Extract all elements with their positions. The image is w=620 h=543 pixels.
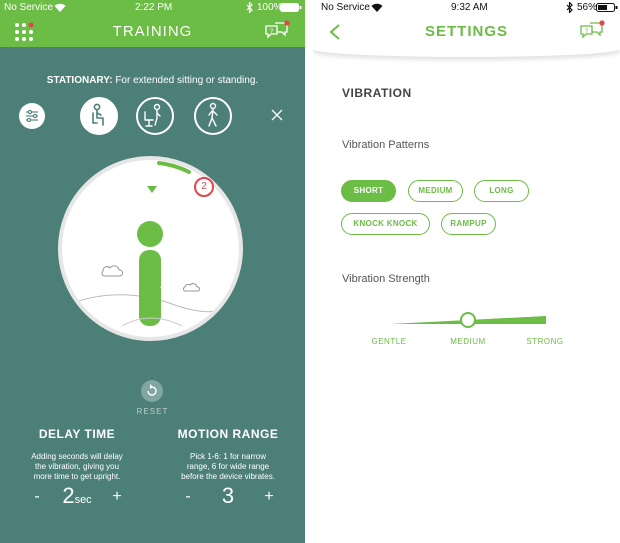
motion-range-description: Pick 1-6: 1 for narrow range, 6 for wide… (181, 452, 275, 481)
chat-help-icon[interactable]: ? (579, 20, 605, 42)
pattern-medium-button[interactable]: MEDIUM (408, 180, 463, 202)
motion-increase-button[interactable]: + (261, 488, 277, 506)
delay-value: 2sec (47, 483, 107, 509)
strength-gentle-label: GENTLE (371, 337, 407, 346)
sliders-settings-button[interactable] (19, 103, 45, 129)
vibration-section-title: VIBRATION (342, 86, 412, 100)
motion-value-number: 3 (221, 483, 235, 508)
strength-medium-label: MEDIUM (450, 337, 486, 346)
cloud-icon (101, 265, 124, 277)
vibration-strength-label: Vibration Strength (342, 273, 430, 285)
wifi-icon (371, 3, 383, 12)
battery-icon (596, 3, 618, 12)
motion-value: 3 (198, 483, 258, 509)
strength-slider-thumb (460, 312, 476, 328)
battery-percent: 100% (257, 2, 283, 13)
status-bar: No Service 9:32 AM 56% (313, 0, 620, 15)
bluetooth-icon (246, 2, 253, 13)
pattern-short-button[interactable]: SHORT (341, 180, 396, 202)
training-screen: No Service 2:22 PM 100% TRAINING ? STATI… (0, 0, 305, 543)
mode-description: STATIONARY: For extended sitting or stan… (0, 75, 305, 86)
strength-slider[interactable] (388, 308, 550, 330)
posture-visual (58, 156, 243, 341)
battery-icon (280, 3, 302, 12)
carrier-label: No Service (4, 2, 53, 13)
clock: 9:32 AM (451, 2, 488, 13)
mode-label: STATIONARY: (46, 75, 113, 86)
nav-bar: SETTINGS ? (313, 15, 620, 57)
motion-range-title: MOTION RANGE (177, 427, 279, 441)
standing-person-icon (137, 221, 163, 326)
page-title: TRAINING (112, 23, 193, 40)
chat-help-icon[interactable]: ? (264, 20, 290, 42)
carrier-label: No Service (321, 2, 370, 13)
sliders-icon (26, 109, 38, 123)
pattern-knock-knock-button[interactable]: KNOCK KNOCK (341, 213, 430, 235)
cloud-icon-small (183, 283, 200, 292)
status-bar: No Service 2:22 PM 100% (0, 0, 305, 15)
posture-walking-button[interactable] (194, 97, 232, 135)
chair-person-icon (144, 103, 161, 127)
reset-icon (147, 384, 157, 396)
delay-value-unit: sec (74, 494, 92, 506)
vibration-patterns-label: Vibration Patterns (342, 139, 430, 151)
mode-text: For extended sitting or standing. (115, 75, 259, 86)
delay-increase-button[interactable]: + (109, 488, 125, 506)
bluetooth-icon (566, 2, 573, 13)
motion-decrease-button[interactable]: - (180, 488, 196, 506)
delay-decrease-button[interactable]: - (29, 488, 45, 506)
sitting-person-icon (92, 103, 104, 126)
reset-button[interactable] (141, 380, 163, 402)
delay-time-title: DELAY TIME (38, 427, 116, 441)
strength-strong-label: STRONG (526, 337, 564, 346)
posture-chair-button[interactable] (136, 97, 174, 135)
settings-screen: No Service 9:32 AM 56% SETTINGS ? VIBRAT… (313, 0, 620, 543)
alert-count-badge: 2 (194, 177, 214, 197)
page-title: SETTINGS (424, 23, 508, 40)
pattern-rampup-button[interactable]: RAMPUP (441, 213, 496, 235)
posture-sitting-button[interactable] (80, 97, 118, 135)
delay-value-number: 2 (62, 483, 75, 508)
battery-percent: 56% (577, 2, 598, 13)
delay-time-description: Adding seconds will delay the vibration,… (31, 452, 123, 481)
close-icon[interactable] (270, 108, 284, 122)
pattern-long-button[interactable]: LONG (474, 180, 529, 202)
clock: 2:22 PM (135, 2, 173, 13)
reset-label: RESET (136, 407, 169, 416)
target-marker-icon (147, 186, 157, 193)
wifi-icon (54, 3, 66, 12)
walking-person-icon (208, 102, 218, 127)
progress-arc (157, 161, 191, 174)
nav-bar: TRAINING ? (0, 15, 305, 47)
